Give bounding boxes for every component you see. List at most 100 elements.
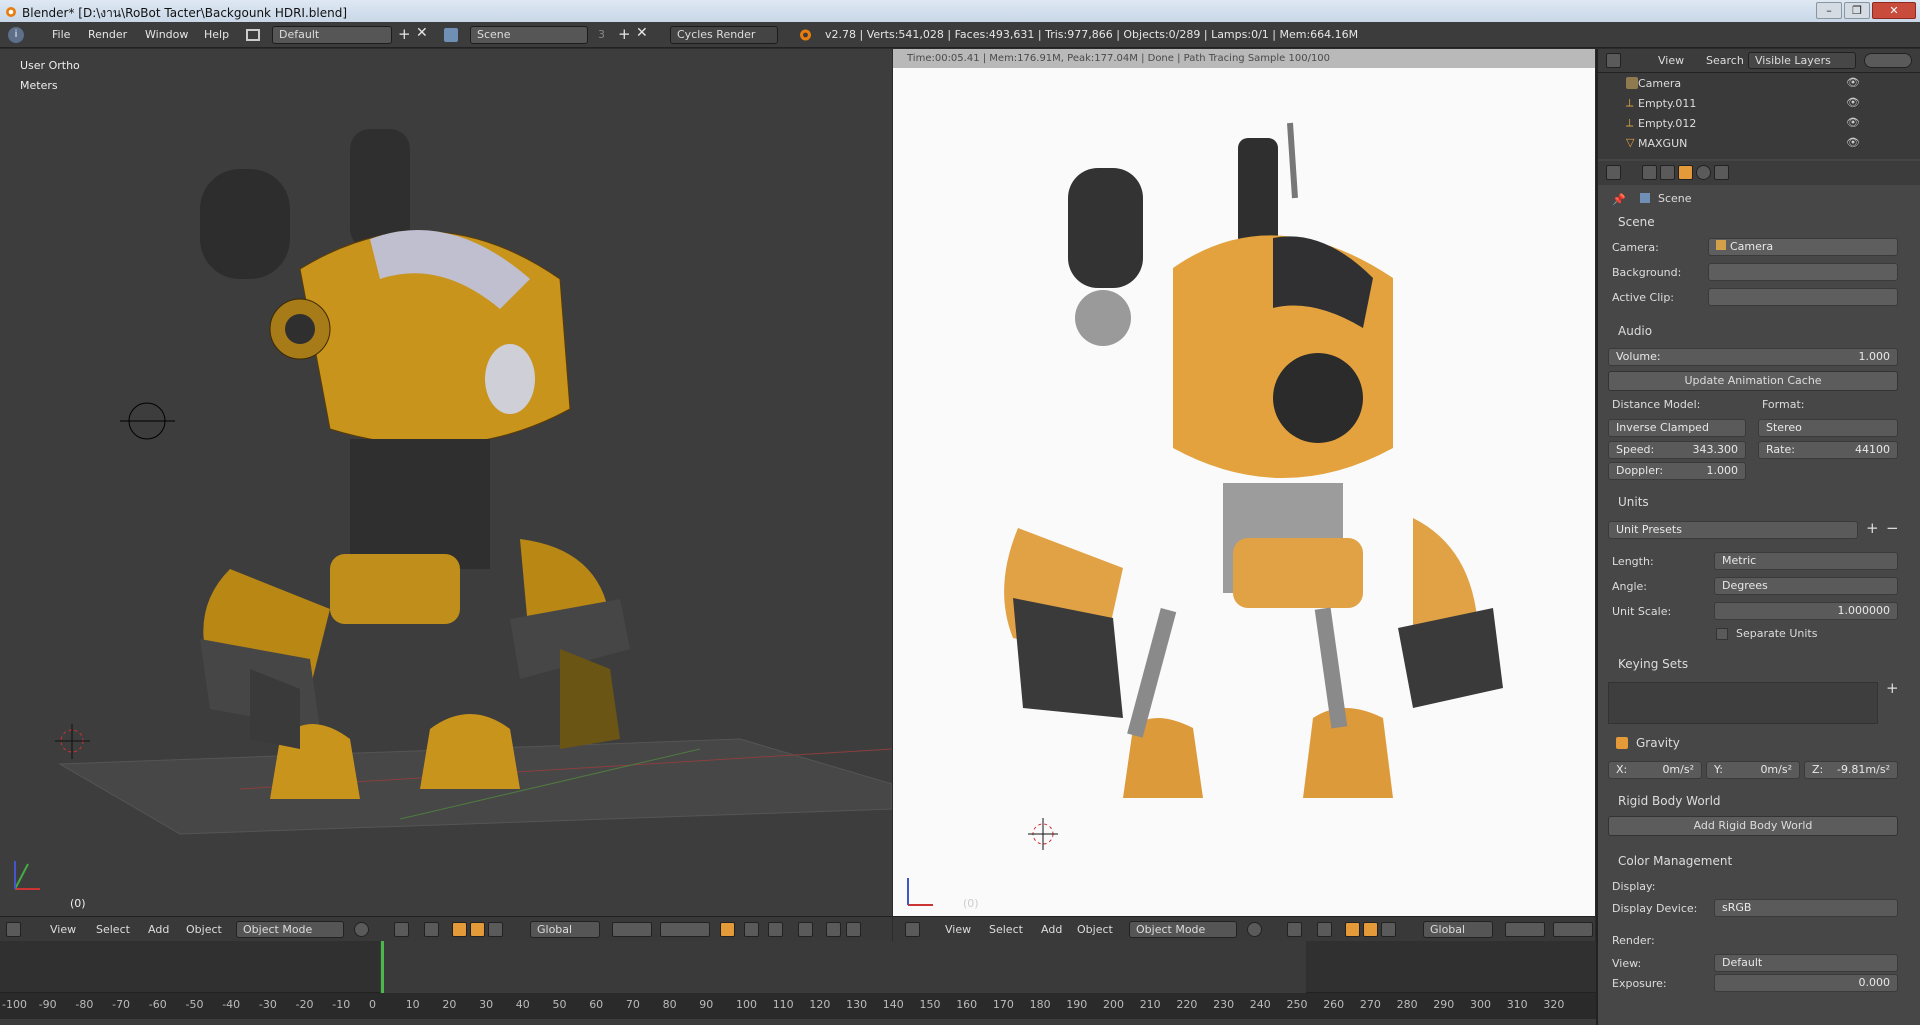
scene-field[interactable]: Scene (470, 26, 588, 44)
unit-scale-field[interactable]: 1.000000 (1714, 602, 1898, 620)
format-select[interactable]: Stereo (1758, 419, 1898, 437)
layers2-icon-right[interactable] (1553, 922, 1593, 937)
layers-icon[interactable] (612, 922, 652, 937)
display-device-select[interactable]: sRGB (1714, 899, 1898, 917)
exposure-field[interactable]: 0.000 (1714, 974, 1898, 992)
snap-icon[interactable] (744, 922, 759, 937)
distance-model-select[interactable]: Inverse Clamped (1608, 419, 1746, 437)
gravity-checkbox[interactable] (1616, 737, 1628, 749)
rotate-icon-right[interactable] (1363, 922, 1378, 937)
world-tab-icon[interactable] (1696, 165, 1711, 180)
gravity-panel-header[interactable]: Gravity (1598, 732, 1920, 754)
outliner-editor-icon[interactable] (1606, 53, 1621, 68)
layers-tab-icon[interactable] (1660, 165, 1675, 180)
left-menu-object[interactable]: Object (186, 923, 222, 936)
menu-window[interactable]: Window (145, 28, 188, 41)
gravity-z-field[interactable]: Z: -9.81m/s² (1804, 761, 1898, 779)
shading-icon[interactable] (354, 922, 369, 937)
render-tab-icon[interactable] (1642, 165, 1657, 180)
camera-field[interactable]: Camera (1708, 238, 1898, 256)
remove-scene-icon[interactable]: ✕ (636, 25, 648, 41)
length-select[interactable]: Metric (1714, 552, 1898, 570)
scene-icon[interactable] (444, 28, 458, 42)
rigid-body-panel-header[interactable]: Rigid Body World (1598, 790, 1920, 812)
outliner-row[interactable]: ⟂ Empty.011 👁 (1598, 94, 1920, 114)
timeline[interactable]: -100 -90 -80 -70 -60 -50 -40 -30 -20 -10 0 10 20 30 40… (0, 941, 1598, 1025)
color-management-panel-header[interactable]: Color Management (1598, 850, 1920, 872)
add-layout-icon[interactable]: + (398, 25, 411, 43)
editor-type-icon[interactable] (6, 922, 21, 937)
active-clip-field[interactable] (1708, 288, 1898, 306)
opengl-icon[interactable] (846, 922, 861, 937)
screen-layout-icon[interactable] (246, 29, 260, 41)
pivot-icon-right[interactable] (1287, 922, 1302, 937)
left-orientation-select[interactable]: Global (530, 921, 600, 938)
left-menu-select[interactable]: Select (96, 923, 130, 936)
visibility-eye-icon[interactable]: 👁 (1846, 96, 1860, 109)
keying-sets-panel-header[interactable]: Keying Sets (1598, 653, 1920, 675)
current-frame-marker[interactable] (381, 941, 384, 993)
volume-field[interactable]: Volume: 1.000 (1608, 348, 1898, 366)
gravity-x-field[interactable]: X: 0m/s² (1608, 761, 1702, 779)
pivot-icon[interactable] (394, 922, 409, 937)
minimize-button[interactable]: – (1816, 2, 1842, 19)
outliner-row[interactable]: Camera 👁 (1598, 74, 1920, 94)
menu-render[interactable]: Render (88, 28, 127, 41)
scene-panel-header[interactable]: Scene (1598, 211, 1920, 233)
render-anim-icon[interactable] (826, 922, 841, 937)
right-menu-add[interactable]: Add (1041, 923, 1062, 936)
outliner-row[interactable]: ⟂ Empty.012 👁 (1598, 114, 1920, 134)
scale-icon[interactable] (488, 922, 503, 937)
visibility-eye-icon[interactable]: 👁 (1846, 76, 1860, 89)
proportional-icon[interactable] (768, 922, 783, 937)
keying-sets-list[interactable] (1608, 682, 1878, 724)
visibility-eye-icon[interactable]: 👁 (1846, 136, 1860, 149)
viewport-solid[interactable]: User Ortho Meters (0) (0, 49, 892, 916)
outliner-filter-select[interactable]: Visible Layers (1748, 52, 1856, 69)
visibility-eye-icon[interactable]: 👁 (1846, 116, 1860, 129)
angle-select[interactable]: Degrees (1714, 577, 1898, 595)
object-tab-icon[interactable] (1714, 165, 1729, 180)
add-preset-icon[interactable]: + (1866, 519, 1879, 537)
rate-field[interactable]: Rate: 44100 (1758, 441, 1898, 459)
right-menu-object[interactable]: Object (1077, 923, 1113, 936)
layout-field[interactable]: Default (272, 26, 392, 44)
unit-presets-select[interactable]: Unit Presets (1608, 521, 1858, 539)
close-window-button[interactable]: ✕ (1872, 2, 1916, 19)
rotate-icon[interactable] (470, 922, 485, 937)
layers-icon-right[interactable] (1505, 922, 1545, 937)
outliner-menu-search[interactable]: Search (1706, 54, 1744, 67)
speed-field[interactable]: Speed: 343.300 (1608, 441, 1746, 459)
right-menu-view[interactable]: View (945, 923, 971, 936)
render-engine-select[interactable]: Cycles Render (670, 26, 778, 44)
remove-layout-icon[interactable]: ✕ (416, 25, 428, 41)
menu-file[interactable]: File (52, 28, 70, 41)
right-mode-select[interactable]: Object Mode (1129, 921, 1237, 938)
scene-tab-icon[interactable] (1678, 165, 1693, 180)
view-transform-select[interactable]: Default (1714, 954, 1898, 972)
left-mode-select[interactable]: Object Mode (236, 921, 344, 938)
outliner-menu-view[interactable]: View (1658, 54, 1684, 67)
units-panel-header[interactable]: Units (1598, 491, 1920, 513)
menu-help[interactable]: Help (204, 28, 229, 41)
shading-icon-right[interactable] (1247, 922, 1262, 937)
pin-icon[interactable]: 📌 (1612, 193, 1626, 206)
add-keying-set-icon[interactable]: + (1886, 679, 1899, 697)
left-menu-view[interactable]: View (50, 923, 76, 936)
scale-icon-right[interactable] (1381, 922, 1396, 937)
manipulator-icon[interactable] (424, 922, 439, 937)
maximize-button[interactable]: ❐ (1844, 2, 1870, 19)
add-scene-icon[interactable]: + (618, 25, 631, 43)
outliner-row[interactable]: ▽ MAXGUN 👁 (1598, 134, 1920, 154)
doppler-field[interactable]: Doppler: 1.000 (1608, 462, 1746, 480)
manipulator-icon-right[interactable] (1317, 922, 1332, 937)
audio-panel-header[interactable]: Audio (1598, 320, 1920, 342)
render-still-icon[interactable] (798, 922, 813, 937)
viewport-rendered[interactable]: Time:00:05.41 | Mem:176.91M, Peak:177.04… (893, 49, 1595, 916)
right-orientation-select[interactable]: Global (1423, 921, 1493, 938)
lock-icon[interactable] (720, 922, 735, 937)
right-menu-select[interactable]: Select (989, 923, 1023, 936)
gravity-y-field[interactable]: Y: 0m/s² (1706, 761, 1800, 779)
left-menu-add[interactable]: Add (148, 923, 169, 936)
translate-icon-right[interactable] (1345, 922, 1360, 937)
